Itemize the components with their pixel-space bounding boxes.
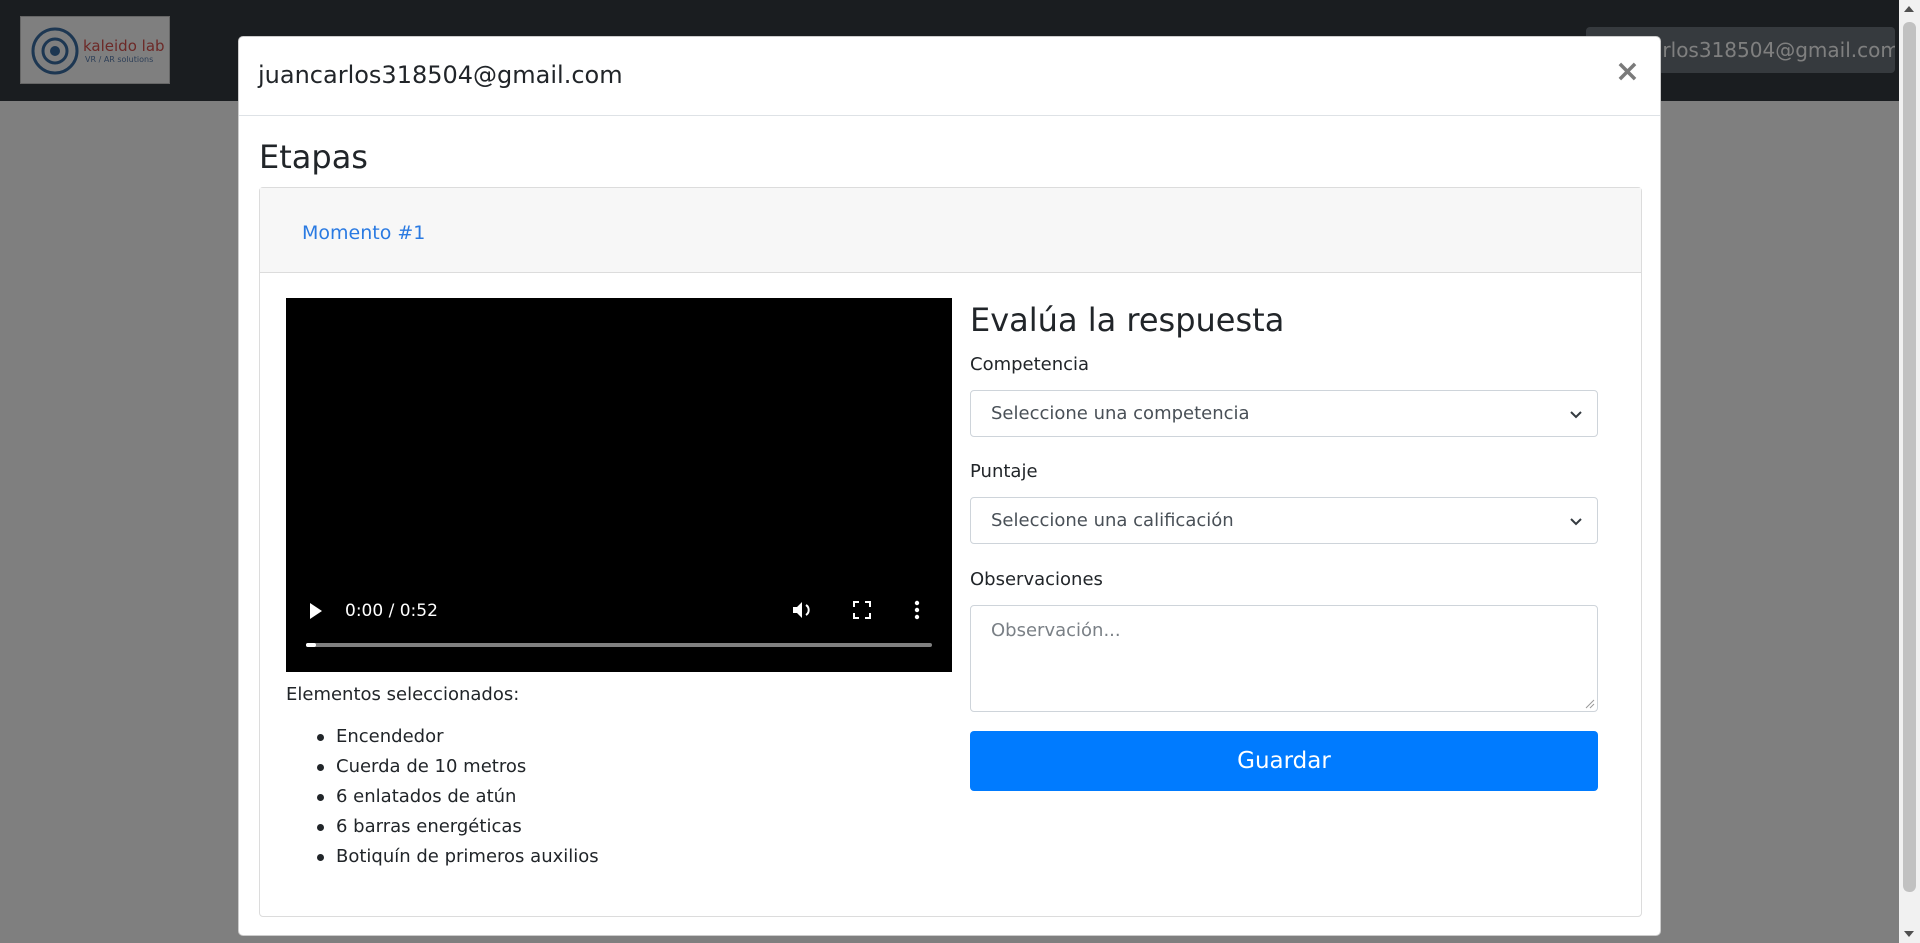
- tab-momento-1[interactable]: Momento #1: [302, 222, 425, 244]
- evaluation-modal: juancarlos318504@gmail.com × Etapas Mome…: [238, 36, 1661, 936]
- save-button[interactable]: Guardar: [970, 731, 1598, 791]
- selected-items-label: Elementos seleccionados:: [286, 684, 520, 705]
- selected-items-list: Encendedor Cuerda de 10 metros 6 enlatad…: [286, 722, 599, 872]
- scrollbar-thumb[interactable]: [1903, 22, 1916, 892]
- stages-tabs: Momento #1: [260, 188, 1641, 273]
- video-progress-fill: [306, 643, 316, 647]
- scroll-up-arrow-icon[interactable]: [1904, 6, 1914, 12]
- puntaje-select[interactable]: Seleccione una calificación: [970, 497, 1598, 544]
- volume-icon[interactable]: [790, 598, 814, 622]
- video-progress-bar[interactable]: [306, 643, 932, 647]
- puntaje-label: Puntaje: [970, 461, 1038, 482]
- page-scrollbar[interactable]: [1899, 0, 1920, 943]
- observaciones-label: Observaciones: [970, 569, 1103, 590]
- observaciones-textarea[interactable]: Observación...: [970, 605, 1598, 712]
- modal-header: juancarlos318504@gmail.com ×: [239, 37, 1660, 116]
- play-icon[interactable]: [310, 603, 322, 619]
- list-item: 6 enlatados de atún: [286, 782, 599, 812]
- list-item: Botiquín de primeros auxilios: [286, 842, 599, 872]
- fullscreen-icon[interactable]: [851, 599, 873, 621]
- competencia-select-value: Seleccione una competencia: [991, 403, 1250, 424]
- chevron-down-icon: [1570, 411, 1582, 419]
- modal-title: juancarlos318504@gmail.com: [258, 61, 623, 89]
- list-item: 6 barras energéticas: [286, 812, 599, 842]
- puntaje-select-value: Seleccione una calificación: [991, 510, 1234, 531]
- more-options-icon[interactable]: [912, 598, 922, 622]
- list-item: Cuerda de 10 metros: [286, 752, 599, 782]
- close-button[interactable]: ×: [1615, 57, 1640, 87]
- list-item: Encendedor: [286, 722, 599, 752]
- eval-title: Evalúa la respuesta: [970, 301, 1285, 339]
- competencia-select[interactable]: Seleccione una competencia: [970, 390, 1598, 437]
- resize-handle-icon[interactable]: [1585, 699, 1595, 709]
- section-title: Etapas: [259, 138, 368, 176]
- stages-card: Momento #1 0:00 / 0:52 Elementos selecci…: [259, 187, 1642, 917]
- video-player[interactable]: 0:00 / 0:52: [286, 298, 952, 672]
- chevron-down-icon: [1570, 518, 1582, 526]
- observaciones-placeholder: Observación...: [991, 620, 1121, 641]
- video-time: 0:00 / 0:52: [345, 601, 438, 621]
- scroll-down-arrow-icon[interactable]: [1904, 931, 1914, 937]
- competencia-label: Competencia: [970, 354, 1090, 375]
